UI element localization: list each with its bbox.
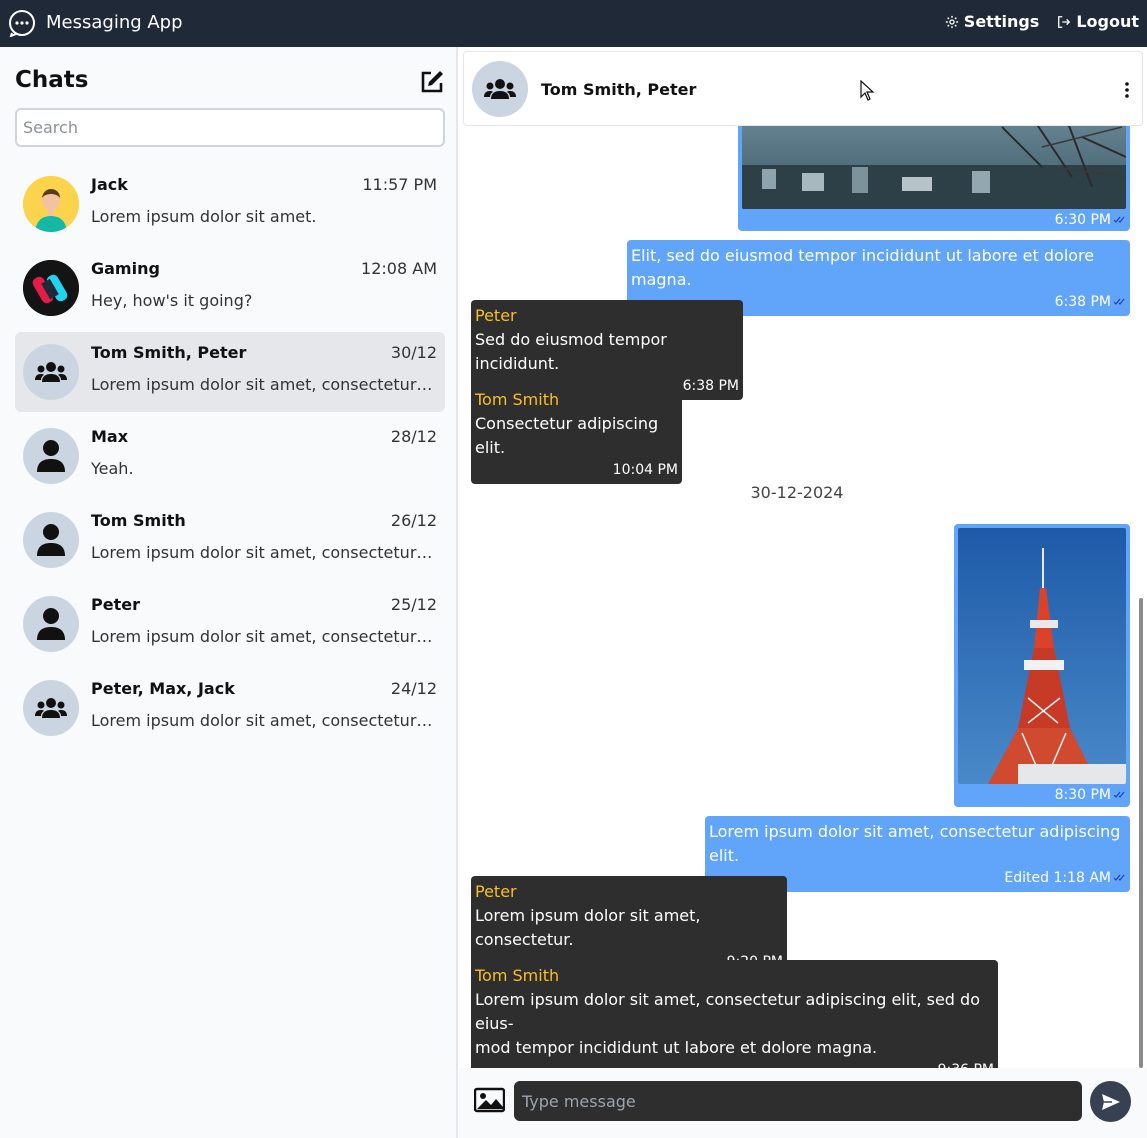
chat-name: Tom Smith [91, 511, 186, 530]
attach-image-icon[interactable] [474, 1087, 505, 1113]
chat-preview: Yeah. [91, 459, 134, 478]
message-sender: Peter [475, 306, 517, 325]
chat-name: Max [91, 427, 129, 446]
chat-preview: Lorem ipsum dolor sit amet. [91, 207, 317, 226]
chat-item-tom-smith[interactable]: Tom Smith 26/12 Lorem ipsum dolor sit am… [15, 500, 445, 580]
double-check-icon [1114, 791, 1125, 798]
gear-icon [945, 15, 958, 28]
person-photo-icon [23, 176, 79, 232]
app-title: Messaging App [46, 12, 183, 33]
top-bar: Messaging App Settings Logout [0, 0, 1147, 47]
chat-item-peter-max-jack[interactable]: Peter, Max, Jack 24/12 Lorem ipsum dolor… [15, 668, 445, 748]
message-text: Lorem ipsum dolor sit amet, consectetur … [709, 822, 1121, 865]
chat-list-sidebar: Chats Jack 11:57 PM Lorem ipsum dolor si… [0, 47, 458, 1138]
chat-preview: Lorem ipsum dolor sit amet, consectetur … [91, 375, 437, 394]
message-time: 6:30 PM [1054, 212, 1111, 228]
chat-bubble-logo-icon [9, 10, 35, 37]
avatar [23, 680, 79, 736]
avatar [23, 176, 79, 232]
settings-label: Settings [963, 12, 1040, 31]
message-text-line: mod tempor incididunt ut labore et dolor… [475, 1038, 878, 1057]
message-bubble-outgoing[interactable]: 8:30 PM [954, 524, 1130, 807]
chat-time: 24/12 [390, 679, 437, 698]
message-text: Sed do eiusmod tempor incididunt. [475, 330, 667, 373]
group-icon [35, 698, 67, 718]
message-meta: 8:30 PM [958, 784, 1126, 806]
user-icon [37, 440, 65, 472]
avatar [23, 428, 79, 484]
message-time: 6:38 PM [1054, 294, 1111, 310]
date-separator: 30-12-2024 [750, 483, 844, 502]
message-input[interactable] [514, 1081, 1082, 1121]
avatar [23, 512, 79, 568]
avatar [23, 344, 79, 400]
message-time: 10:04 PM [612, 462, 678, 478]
chat-preview: Lorem ipsum dolor sit amet, consectetur … [91, 711, 437, 730]
logout-button[interactable]: Logout [1057, 12, 1139, 31]
chat-preview: Lorem ipsum dolor sit amet, consectetur … [91, 543, 437, 562]
compose-icon[interactable] [419, 68, 446, 95]
chat-name: Gaming [91, 259, 160, 278]
message-sender: Tom Smith [475, 966, 560, 985]
chat-time: 11:57 PM [362, 175, 437, 194]
message-sender: Tom Smith [475, 390, 560, 409]
message-time: 9:36 PM [475, 1060, 994, 1068]
chat-item-tom-smith-peter[interactable]: Tom Smith, Peter 30/12 Lorem ipsum dolor… [15, 332, 445, 412]
chat-name: Tom Smith, Peter [91, 343, 247, 362]
chat-preview: Hey, how's it going? [91, 291, 253, 310]
logout-label: Logout [1076, 12, 1139, 31]
message-text: Elit, sed do eiusmod tempor incididunt u… [631, 246, 1095, 289]
chat-name: Jack [91, 175, 128, 194]
avatar [23, 596, 79, 652]
chat-time: 12:08 AM [361, 259, 437, 278]
message-time: Edited 1:18 AM [1004, 870, 1111, 886]
conversation-header: Tom Smith, Peter [463, 51, 1143, 126]
settings-button[interactable]: Settings [945, 12, 1040, 31]
user-icon [37, 608, 65, 640]
console-photo-icon [23, 260, 79, 316]
chat-item-max[interactable]: Max 28/12 Yeah. [15, 416, 445, 496]
tokyo-tower-image [958, 528, 1126, 784]
avatar [472, 61, 528, 117]
chat-time: 26/12 [390, 511, 437, 530]
message-bubble-incoming[interactable]: Tom Smith Consectetur adipiscing elit. 1… [471, 384, 682, 484]
message-text-line: Lorem ipsum dolor sit amet, consectetur … [475, 990, 980, 1033]
more-options-icon[interactable] [1120, 80, 1134, 100]
double-check-icon [1114, 298, 1125, 305]
avatar [23, 260, 79, 316]
chat-time: 25/12 [390, 595, 437, 614]
message-bubble-incoming[interactable]: Tom Smith Lorem ipsum dolor sit amet, co… [471, 960, 998, 1068]
group-icon [484, 79, 516, 99]
message-meta: 6:30 PM [742, 209, 1126, 231]
chat-preview: Lorem ipsum dolor sit amet, consectetur … [91, 627, 437, 646]
conversation-panel: 6:30 PM Elit, sed do eiusmod tempor inci… [459, 47, 1147, 1138]
search-input[interactable] [15, 108, 445, 147]
message-list[interactable]: 6:30 PM Elit, sed do eiusmod tempor inci… [459, 47, 1135, 1068]
chat-name: Peter, Max, Jack [91, 679, 235, 698]
group-icon [35, 362, 67, 382]
chat-time: 30/12 [390, 343, 437, 362]
double-check-icon [1114, 216, 1125, 223]
chat-name: Peter [91, 595, 140, 614]
message-time: 8:30 PM [1054, 787, 1111, 803]
chat-item-gaming[interactable]: Gaming 12:08 AM Hey, how's it going? [15, 248, 445, 328]
message-text: Lorem ipsum dolor sit amet, consectetur. [475, 906, 701, 949]
logout-icon [1058, 15, 1071, 28]
message-text: Consectetur adipiscing elit. [475, 414, 659, 457]
conversation-title: Tom Smith, Peter [541, 80, 697, 99]
message-scrollbar[interactable] [1139, 598, 1143, 1068]
send-button[interactable] [1090, 1081, 1131, 1122]
double-check-icon [1114, 874, 1125, 881]
mouse-cursor-icon [860, 80, 875, 101]
sidebar-title: Chats [15, 67, 89, 93]
chat-item-jack[interactable]: Jack 11:57 PM Lorem ipsum dolor sit amet… [15, 164, 445, 244]
user-icon [37, 524, 65, 556]
send-icon [1101, 1093, 1120, 1110]
chat-time: 28/12 [390, 427, 437, 446]
message-sender: Peter [475, 882, 517, 901]
chat-item-peter[interactable]: Peter 25/12 Lorem ipsum dolor sit amet, … [15, 584, 445, 664]
message-composer [459, 1068, 1147, 1138]
